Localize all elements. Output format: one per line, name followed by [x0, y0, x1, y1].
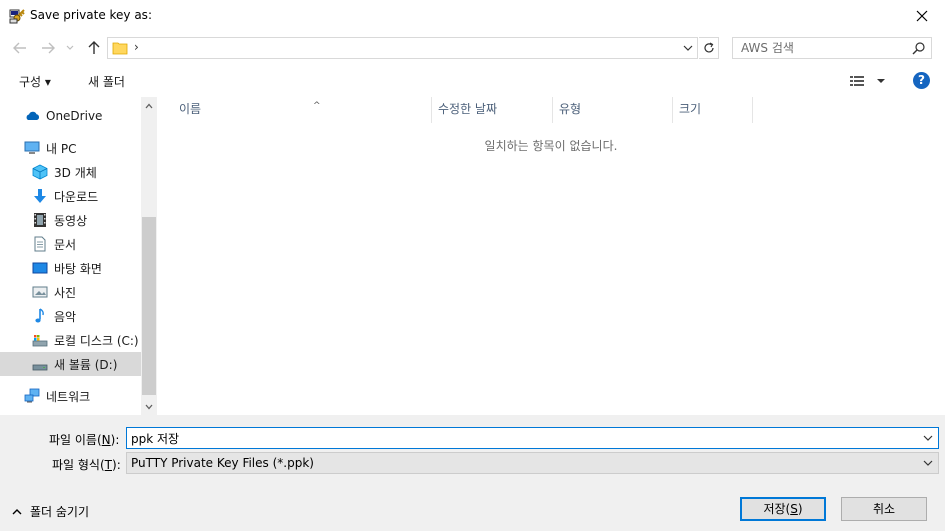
chevron-down-icon [145, 404, 153, 409]
drive-icon [32, 364, 48, 371]
search-input[interactable] [733, 38, 908, 58]
tree-item-label: 네트워크 [46, 389, 91, 404]
tree-item-label: 새 볼륨 (D:) [54, 357, 118, 372]
video-icon [34, 213, 46, 227]
tree-item-local-disk-c[interactable]: 로컬 디스크 (C:) [0, 328, 141, 352]
hide-folders-toggle[interactable]: 폴더 숨기기 [12, 503, 89, 520]
file-list[interactable]: 이름 ^ 수정한 날짜 유형 크기 일치하는 항목이 없습니다. [157, 97, 945, 415]
hide-folders-label: 폴더 숨기기 [30, 505, 90, 519]
chevron-down-icon[interactable] [921, 456, 935, 470]
filename-label: 파일 이름(N): [49, 433, 120, 447]
folder-icon [112, 42, 128, 55]
pictures-icon [32, 286, 48, 298]
computer-icon [24, 141, 40, 154]
column-label: 수정한 날짜 [438, 102, 498, 116]
tree-item-onedrive[interactable]: OneDrive [0, 104, 141, 128]
filetype-label: 파일 형식(T): [52, 458, 121, 472]
putty-key-icon [9, 9, 25, 24]
local-disk-icon [32, 335, 48, 347]
tree-item-desktop[interactable]: 바탕 화면 [0, 256, 141, 280]
tree-item-pictures[interactable]: 사진 [0, 280, 141, 304]
close-icon [916, 10, 928, 21]
filename-combobox[interactable] [126, 427, 939, 449]
column-label: 유형 [559, 102, 582, 116]
refresh-icon [703, 42, 714, 53]
search-icon[interactable] [912, 41, 926, 55]
scroll-thumb[interactable] [142, 217, 156, 395]
tree-item-label: 다운로드 [54, 189, 99, 204]
tree-item-new-volume-d[interactable]: 새 볼륨 (D:) [0, 352, 141, 376]
address-bar[interactable]: › [107, 37, 698, 59]
save-button[interactable]: 저장(S) [740, 497, 826, 521]
tree-item-3d-objects[interactable]: 3D 개체 [0, 160, 141, 184]
tree-item-label: 로컬 디스크 (C:) [54, 333, 139, 348]
desktop-icon [32, 262, 48, 274]
chevron-down-icon[interactable] [681, 41, 695, 55]
sort-indicator-icon: ^ [313, 101, 321, 111]
chevron-up-icon [12, 509, 22, 515]
filetype-select[interactable]: PuTTY Private Key Files (*.ppk) [126, 452, 939, 474]
tree-item-this-pc[interactable]: 내 PC [0, 136, 141, 160]
address-chevron[interactable]: › [134, 40, 139, 54]
tree-item-label: 내 PC [46, 141, 77, 156]
tree-item-label: 사진 [54, 285, 77, 300]
view-options-button[interactable] [850, 73, 890, 89]
recent-locations-button[interactable] [63, 38, 77, 58]
scroll-down-button[interactable] [141, 398, 157, 415]
tree-item-network[interactable]: 네트워크 [0, 384, 141, 408]
chevron-up-icon [145, 103, 153, 108]
tree-item-videos[interactable]: 동영상 [0, 208, 141, 232]
chevron-down-icon[interactable] [921, 431, 935, 445]
column-header-name[interactable]: 이름 ^ [173, 97, 432, 123]
tree-item-documents[interactable]: 문서 [0, 232, 141, 256]
organize-button[interactable]: 구성 ▾ [19, 73, 51, 90]
scroll-up-button[interactable] [141, 97, 157, 114]
navigation-pane: OneDrive 내 PC 3D 개체 다운로드 동영상 문서 바탕 화면 사진… [0, 97, 157, 415]
onedrive-cloud-icon [26, 111, 40, 120]
document-icon [34, 236, 46, 252]
window-title: Save private key as: [30, 8, 152, 22]
tree-item-label: 3D 개체 [54, 165, 97, 180]
up-button[interactable] [84, 38, 104, 58]
3d-objects-icon [32, 164, 48, 180]
column-label: 이름 [179, 102, 202, 116]
forward-button[interactable] [38, 38, 58, 58]
tree-item-label: 문서 [54, 237, 77, 252]
save-options-panel: 파일 이름(N): 파일 형식(T): PuTTY Private Key Fi… [0, 415, 945, 531]
column-header-date[interactable]: 수정한 날짜 [432, 97, 553, 123]
empty-message: 일치하는 항목이 없습니다. [484, 139, 618, 153]
column-header-size[interactable]: 크기 [673, 97, 753, 123]
tree-scrollbar[interactable] [141, 97, 157, 415]
download-arrow-icon [34, 189, 46, 203]
chevron-down-icon [66, 45, 74, 50]
tree-item-label: 동영상 [54, 213, 88, 228]
command-bar: 구성 ▾ 새 폴더 ? [0, 65, 945, 97]
arrow-right-icon [42, 42, 55, 54]
cancel-button[interactable]: 취소 [841, 497, 927, 521]
navigation-bar: › [0, 31, 945, 65]
new-folder-button[interactable]: 새 폴더 [88, 73, 125, 90]
title-bar: Save private key as: [0, 0, 945, 31]
arrow-up-icon [88, 41, 100, 54]
network-icon [24, 388, 40, 403]
save-dialog: Save private key as: › AWS 검색 구성 ▾ 새 폴더 … [0, 0, 945, 531]
help-button[interactable]: ? [913, 72, 930, 89]
search-box[interactable] [732, 37, 932, 59]
tree-item-label: 바탕 화면 [54, 261, 102, 276]
music-note-icon [35, 308, 44, 323]
close-button[interactable] [899, 0, 945, 31]
column-label: 크기 [679, 102, 702, 116]
back-button[interactable] [10, 38, 30, 58]
refresh-button[interactable] [699, 37, 719, 59]
arrow-left-icon [13, 42, 26, 54]
tree-item-label: OneDrive [46, 109, 103, 123]
tree-item-downloads[interactable]: 다운로드 [0, 184, 141, 208]
filetype-value: PuTTY Private Key Files (*.ppk) [131, 456, 314, 470]
tree-item-label: 음악 [54, 309, 77, 324]
tree-item-music[interactable]: 음악 [0, 304, 141, 328]
column-header-type[interactable]: 유형 [553, 97, 673, 123]
details-view-icon [850, 76, 864, 86]
filename-input[interactable] [127, 428, 917, 448]
